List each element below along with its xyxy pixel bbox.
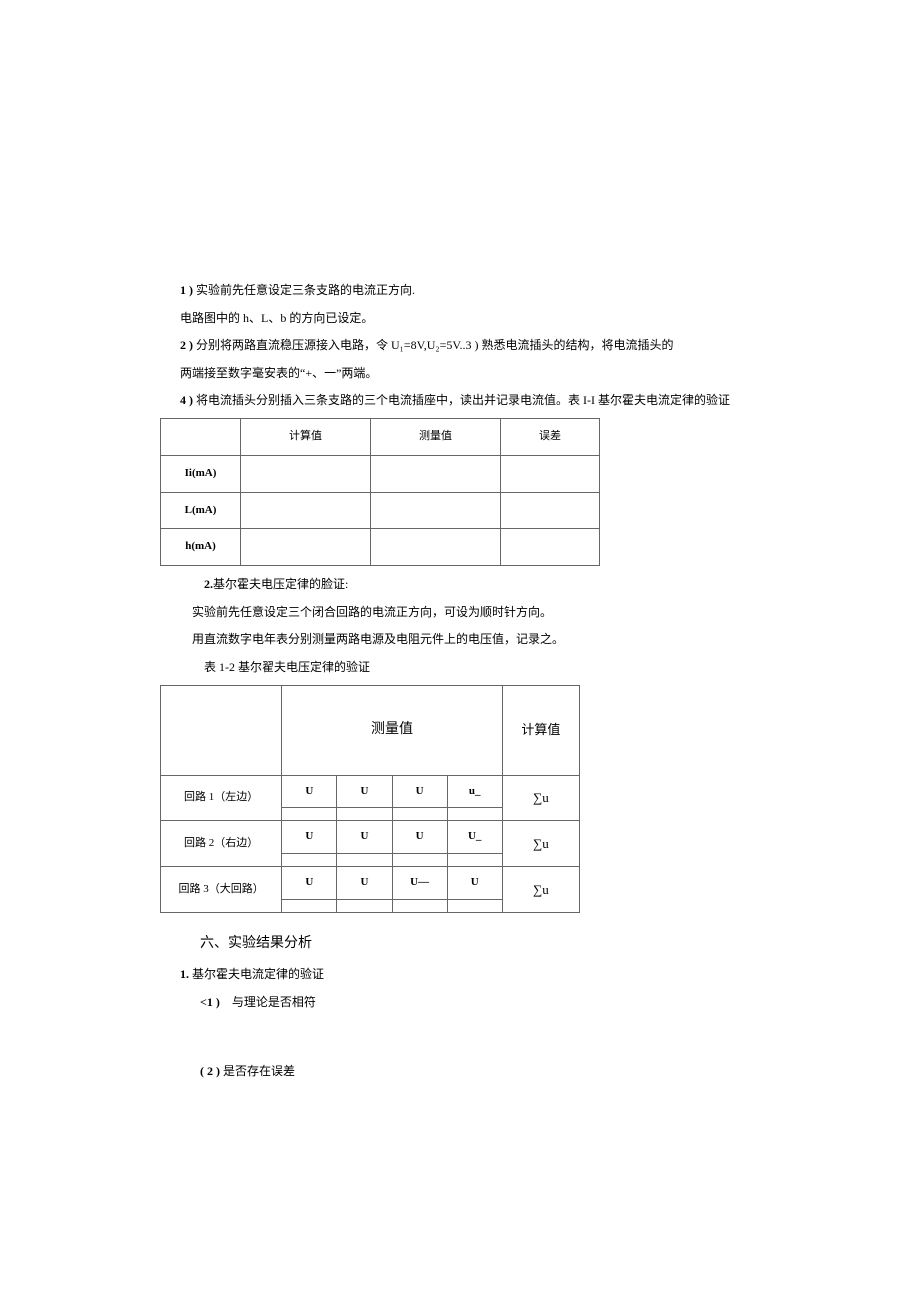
row-label: 回路 2（右边） [161, 821, 282, 867]
table-row: 计算值 测量值 误差 [161, 418, 600, 455]
table-header-calc: 计算值 [241, 418, 371, 455]
cell-u: U [447, 867, 502, 900]
table-header-meas: 测量值 [282, 685, 503, 775]
cell-u: U [392, 821, 447, 854]
table-header-blank [161, 418, 241, 455]
step-4-text: 将电流插头分别插入三条支路的三个电流插座中，读出并记录电流值。表 I-I 基尔霍… [196, 393, 730, 407]
cell-empty [241, 529, 371, 566]
table-header-calc: 计算值 [502, 685, 579, 775]
cell-empty [447, 808, 502, 821]
cell-empty [501, 492, 600, 529]
section-6-p1-num: 1. [180, 967, 189, 981]
cell-empty [337, 854, 392, 867]
mid-p1-text: 基尔霍夫电压定律的脸证: [213, 577, 348, 591]
step-2: 2 ) 分别将两路直流稳压源接入电路，令 U₁=8V,U₂=5V..3 ) 熟悉… [180, 335, 740, 357]
table-row: 测量值 计算值 [161, 685, 580, 775]
table-row: 回路 2（右边） U U U U_ ∑u [161, 821, 580, 854]
question-2: ( 2 ) 是否存在误差 [200, 1061, 740, 1083]
cell-u: U_ [447, 821, 502, 854]
blank-space [180, 1033, 740, 1061]
cell-empty [392, 899, 447, 912]
cell-empty [241, 455, 371, 492]
row-label: Ii(mA) [161, 455, 241, 492]
question-2-num: ( 2 ) [200, 1064, 220, 1078]
table-row: 回路 1（左边） U U U u_ ∑u [161, 775, 580, 808]
cell-sigma: ∑u [502, 867, 579, 913]
table-row: L(mA) [161, 492, 600, 529]
mid-p2: 实验前先任意设定三个闭合回路的电流正方向，可设为顺时针方向。 [180, 602, 740, 624]
table-1-current-law: 计算值 测量值 误差 Ii(mA) L(mA) h(mA) [160, 418, 600, 566]
table-header-meas: 测量值 [371, 418, 501, 455]
table-2-voltage-law: 测量值 计算值 回路 1（左边） U U U u_ ∑u 回路 2（右边） U … [160, 685, 580, 913]
table-row: Ii(mA) [161, 455, 600, 492]
cell-sigma: ∑u [502, 821, 579, 867]
step-1-text: 实验前先任意设定三条支路的电流正方向. [196, 283, 415, 297]
cell-u: u_ [447, 775, 502, 808]
row-label: 回路 1（左边） [161, 775, 282, 821]
row-label: h(mA) [161, 529, 241, 566]
section-6-title: 六、实验结果分析 [200, 931, 740, 956]
section-6-p1-text: 基尔霍夫电流定律的验证 [192, 967, 324, 981]
table-header-blank [161, 685, 282, 775]
cell-empty [501, 529, 600, 566]
cell-u: U [282, 821, 337, 854]
question-1: <1 ) 与理论是否相符 [200, 992, 740, 1014]
cell-empty [282, 854, 337, 867]
cell-empty [371, 455, 501, 492]
mid-p1-num: 2. [204, 577, 213, 591]
cell-empty [447, 899, 502, 912]
cell-u: U [392, 775, 447, 808]
table-row: h(mA) [161, 529, 600, 566]
step-2-text: 分别将两路直流稳压源接入电路，令 U₁=8V,U₂=5V..3 ) 熟悉电流插头… [196, 338, 673, 352]
row-label: 回路 3（大回路） [161, 867, 282, 913]
cell-empty [392, 854, 447, 867]
cell-empty [282, 808, 337, 821]
cell-empty [447, 854, 502, 867]
cell-empty [282, 899, 337, 912]
cell-u: U— [392, 867, 447, 900]
table-header-err: 误差 [501, 418, 600, 455]
cell-empty [501, 455, 600, 492]
table-row: 回路 3（大回路） U U U— U ∑u [161, 867, 580, 900]
cell-u: U [337, 821, 392, 854]
cell-empty [241, 492, 371, 529]
step-2b: 两端接至数字毫安表的“+、一”两端。 [180, 363, 740, 385]
question-1-num: <1 ) [200, 995, 220, 1009]
step-4: 4 ) 将电流插头分别插入三条支路的三个电流插座中，读出并记录电流值。表 I-I… [180, 390, 740, 412]
question-1-text: 与理论是否相符 [232, 995, 316, 1009]
cell-u: U [282, 775, 337, 808]
section-6-p1: 1. 基尔霍夫电流定律的验证 [180, 964, 740, 986]
mid-p3: 用直流数字电年表分别测量两路电源及电阻元件上的电压值，记录之。 [180, 629, 740, 651]
cell-empty [371, 529, 501, 566]
cell-sigma: ∑u [502, 775, 579, 821]
step-1-num: 1 ) [180, 283, 193, 297]
cell-u: U [337, 867, 392, 900]
cell-empty [337, 808, 392, 821]
cell-u: U [282, 867, 337, 900]
table-2-caption: 表 1-2 基尔翟夫电压定律的验证 [180, 657, 740, 679]
cell-empty [337, 899, 392, 912]
cell-empty [392, 808, 447, 821]
row-label: L(mA) [161, 492, 241, 529]
step-2-num: 2 ) [180, 338, 193, 352]
step-1b: 电路图中的 h、L、b 的方向已设定。 [180, 308, 740, 330]
cell-u: U [337, 775, 392, 808]
question-2-text: 是否存在误差 [223, 1064, 295, 1078]
mid-p1: 2.基尔霍夫电压定律的脸证: [180, 574, 740, 596]
step-4-num: 4 ) [180, 393, 193, 407]
cell-empty [371, 492, 501, 529]
step-1: 1 ) 实验前先任意设定三条支路的电流正方向. [180, 280, 740, 302]
